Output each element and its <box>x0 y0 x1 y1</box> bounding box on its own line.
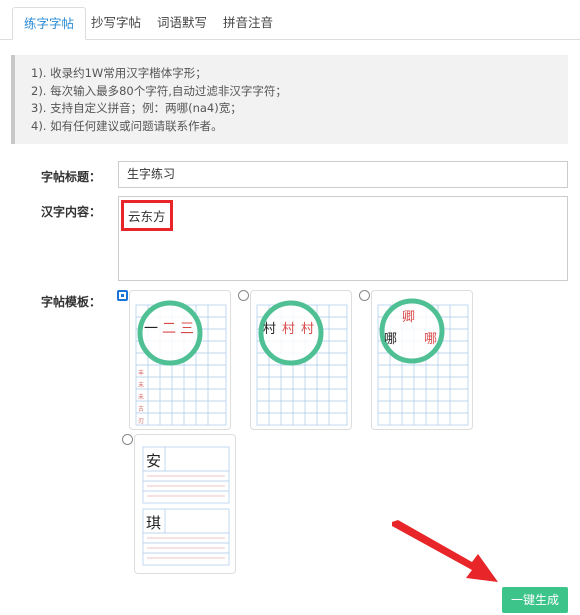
template-radio-2[interactable] <box>238 290 249 301</box>
thumb4-char-2: 琪 <box>146 514 161 532</box>
template-radio-3[interactable] <box>359 290 370 301</box>
template-label: 字帖模板： <box>40 295 101 309</box>
svg-text:刃: 刃 <box>138 418 144 425</box>
tab-dictation[interactable]: 词语默写 <box>146 7 218 40</box>
notice-box: 1). 收录约1W常用汉字楷体字形； 2). 每次输入最多80个字符,自动过滤非… <box>11 55 568 144</box>
thumb3-char-2: 卿 <box>402 310 415 325</box>
template-thumb-2[interactable]: 村 村 村 <box>250 290 352 430</box>
tab-copy[interactable]: 抄写字帖 <box>80 7 152 40</box>
content-textarea[interactable]: 云东方 <box>118 196 568 281</box>
template-thumb-1[interactable]: 丰末未古刃 一 二 三 <box>129 290 231 430</box>
tab-pinyin[interactable]: 拼音注音 <box>212 7 284 40</box>
arrow-annotation <box>392 520 498 582</box>
title-label: 字帖标题： <box>40 170 101 184</box>
svg-text:未: 未 <box>138 393 144 401</box>
notice-line: 1). 收录约1W常用汉字楷体字形； <box>31 66 207 80</box>
notice-line: 4). 如有任何建议或问题请联系作者。 <box>31 118 223 133</box>
svg-text:古: 古 <box>138 405 144 413</box>
template-thumb-4[interactable]: 安 琪 <box>134 434 236 574</box>
tab-practice[interactable]: 练字字帖 <box>12 7 87 40</box>
thumb1-char-1: 一 <box>144 321 158 337</box>
thumb3-char-1: 哪 <box>384 332 397 347</box>
thumb1-char-3: 三 <box>180 321 194 337</box>
template-thumb-3[interactable]: 哪 卿 哪 <box>371 290 473 430</box>
thumb2-char-1: 村 <box>263 322 276 337</box>
generate-button[interactable]: 一键生成 <box>502 587 568 613</box>
thumb1-char-2: 二 <box>162 321 176 337</box>
notice-line: 2). 每次输入最多80个字符,自动过滤非汉字字符； <box>31 83 287 98</box>
content-text: 云东方 <box>121 200 173 231</box>
content-label: 汉字内容： <box>40 205 101 219</box>
title-input[interactable]: 生字练习 <box>118 161 568 188</box>
svg-text:丰: 丰 <box>138 369 144 377</box>
thumb2-char-3: 村 <box>301 322 314 337</box>
thumb2-char-2: 村 <box>282 322 295 337</box>
template-radio-4[interactable] <box>122 434 133 445</box>
svg-text:末: 末 <box>138 381 144 389</box>
notice-line: 3). 支持自定义拼音；例：两哪(na4)宽； <box>31 101 242 115</box>
template-radio-1[interactable] <box>117 290 128 301</box>
thumb3-char-3: 哪 <box>424 332 437 347</box>
tab-bar: 练字字帖 抄写字帖 词语默写 拼音注音 <box>0 0 580 40</box>
thumb4-char-1: 安 <box>146 452 161 470</box>
